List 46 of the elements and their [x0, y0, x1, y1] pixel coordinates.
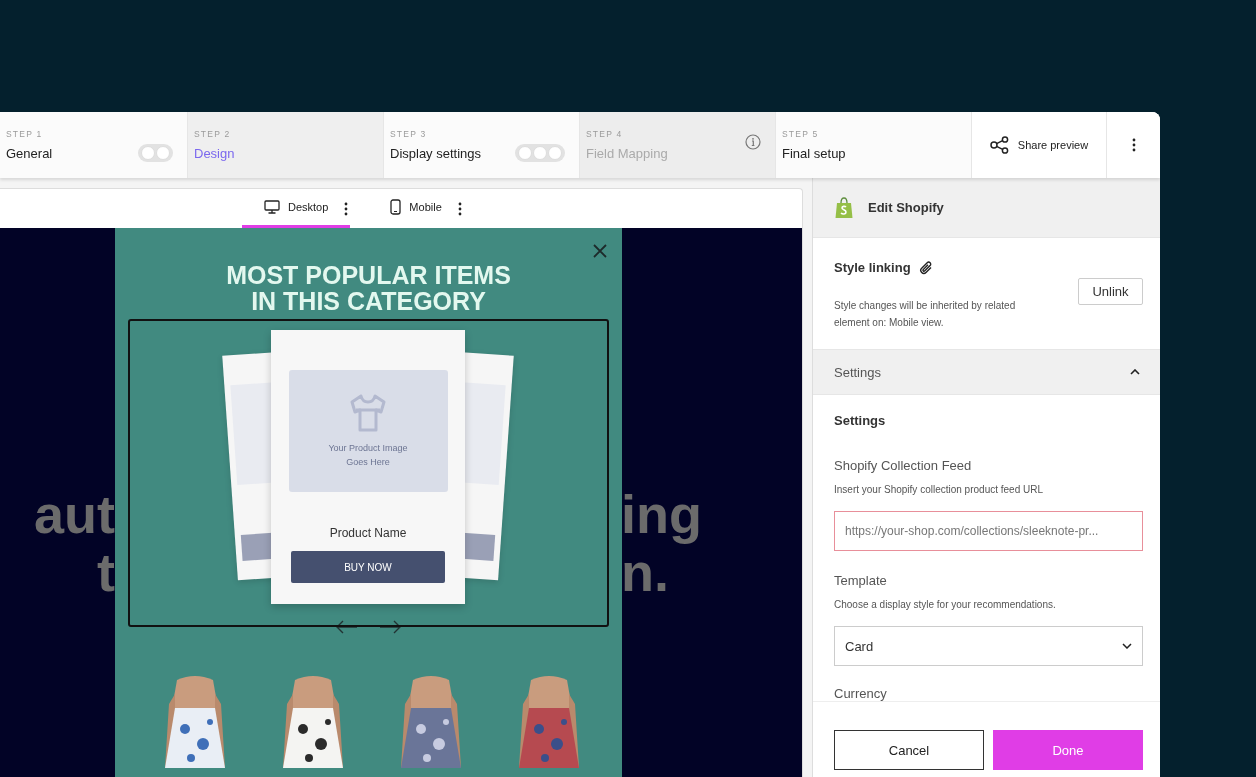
unlink-button[interactable]: Unlink [1078, 278, 1143, 305]
more-icon [344, 201, 349, 216]
panel-title: Edit Shopify [868, 200, 944, 215]
product-name: Product Name [329, 526, 407, 540]
background-headline: n. [621, 543, 669, 601]
close-icon[interactable] [593, 244, 607, 258]
template-dropdown[interactable]: Card [834, 626, 1143, 666]
section-title: Style linking [834, 260, 911, 275]
more-icon [457, 201, 462, 216]
description: Style changes will be inherited by related element on: Mobile view. [834, 299, 1017, 330]
phone-icon [390, 199, 402, 215]
field-label: Shopify Collection Feed [834, 458, 973, 473]
progress-dots-icon [138, 144, 173, 162]
share-icon [989, 136, 1010, 154]
background-headline: t [96, 543, 115, 601]
field-hint: Insert your Shopify collection product feed URL [834, 483, 1044, 497]
background-headline: aut [33, 485, 115, 543]
section-title: Settings [834, 413, 887, 428]
shopping-bag-icon [835, 196, 853, 219]
buy-now-button[interactable]: BUY NOW [291, 551, 445, 583]
info-icon [745, 134, 761, 150]
paperclip-icon [918, 260, 933, 275]
share-preview-button[interactable]: Share preview [972, 112, 1106, 178]
url-input-field[interactable]: https://your-shop.com/collections/sleeknote-pr... [834, 511, 1143, 551]
previous-arrow-icon[interactable] [336, 620, 358, 634]
more-icon [1131, 138, 1136, 152]
step-tab[interactable]: STEP 3 Display settings [384, 112, 579, 178]
chevron-icon [1130, 369, 1140, 375]
background-headline: ing [621, 485, 702, 543]
step-tab[interactable]: STEP 1 General [0, 112, 187, 178]
device-tab[interactable]: Mobile [368, 189, 464, 228]
monitor-icon [264, 200, 280, 214]
done-button[interactable]: Done [993, 730, 1143, 770]
accordion-header[interactable]: Settings [813, 349, 1160, 395]
image-hint: Your Product Image Goes Here [327, 442, 409, 469]
step-tab[interactable]: STEP 2 Design [188, 112, 383, 178]
field-label: Currency [834, 686, 888, 701]
next-arrow-icon[interactable] [379, 620, 401, 634]
progress-dots-icon [515, 144, 565, 162]
popup-heading: MOST POPULAR ITEMS IN THIS CATEGORY [225, 260, 512, 314]
cancel-button[interactable]: Cancel [834, 730, 984, 770]
step-tab[interactable]: STEP 5 Final setup [776, 112, 971, 178]
chevron-down-icon [1122, 643, 1132, 649]
field-hint: Choose a display style for your recommendations. [834, 598, 1057, 612]
shirt-icon [349, 393, 387, 433]
field-label: Template [834, 573, 888, 588]
